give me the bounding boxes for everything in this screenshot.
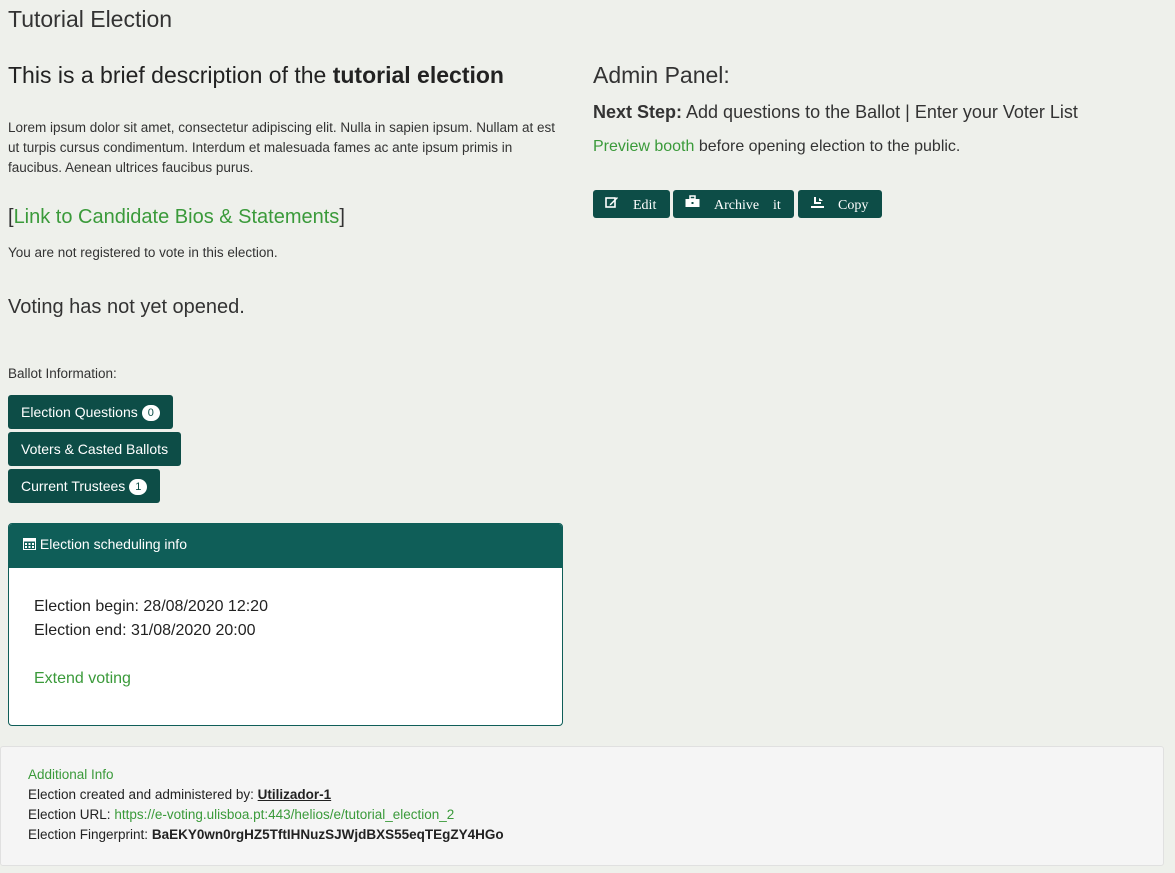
election-url-link[interactable]: https://e-voting.ulisboa.pt:443/helios/e… — [114, 807, 454, 822]
scheduling-panel-header: Election scheduling info — [9, 524, 562, 568]
fingerprint-value: BaEKY0wn0rgHZ5TftIHNuzSJWjdBXS55eqTEgZY4… — [151, 827, 504, 842]
fingerprint-label: Election Fingerprint: — [28, 827, 149, 842]
archive-button[interactable]: Archive it — [673, 190, 794, 218]
registration-status: You are not registered to vote in this e… — [8, 245, 278, 260]
next-step: Next Step: Add questions to the Ballot |… — [593, 102, 1078, 123]
candidate-bios: [Link to Candidate Bios & Statements] — [8, 206, 345, 229]
additional-info-footer: Additional Info Election created and adm… — [0, 746, 1164, 866]
edit-button[interactable]: Edit — [593, 190, 670, 218]
scheduling-panel-title: Election scheduling info — [39, 536, 187, 552]
current-trustees-label: Current Trustees — [21, 478, 126, 494]
page-title: Tutorial Election — [8, 6, 173, 32]
edit-label: Edit — [633, 198, 657, 213]
election-url-label: Election URL: — [28, 807, 111, 822]
election-questions-button[interactable]: Election Questions 0 — [8, 395, 173, 429]
admin-panel-title: Admin Panel: — [593, 62, 730, 88]
next-step-text: Add questions to the Ballot | Enter your… — [686, 102, 1078, 122]
archive-label: Archive — [714, 198, 760, 213]
description-heading-bold: tutorial election — [332, 62, 504, 88]
archive-extra-label: it — [773, 198, 781, 213]
copy-icon — [810, 190, 825, 218]
ballot-info-label: Ballot Information: — [8, 366, 117, 381]
voting-status: Voting has not yet opened. — [8, 296, 245, 318]
voters-ballots-label: Voters & Casted Ballots — [21, 441, 169, 457]
candidate-bios-link[interactable]: Link to Candidate Bios & Statements — [14, 206, 340, 228]
election-end: Election end: 31/08/2020 20:00 — [34, 622, 256, 639]
election-questions-label: Election Questions — [21, 404, 138, 420]
preview-line: Preview booth before opening election to… — [593, 138, 960, 156]
election-begin: Election begin: 28/08/2020 12:20 — [34, 598, 268, 615]
briefcase-icon — [685, 190, 700, 218]
extend-voting-link[interactable]: Extend voting — [34, 670, 131, 688]
trustees-count-badge: 1 — [129, 479, 148, 495]
edit-icon — [605, 190, 619, 218]
calendar-icon — [23, 536, 36, 552]
copy-label: Copy — [838, 198, 869, 213]
preview-booth-link[interactable]: Preview booth — [593, 138, 694, 155]
scheduling-panel: Election scheduling info Election begin:… — [8, 523, 563, 726]
description-heading: This is a brief description of the tutor… — [8, 62, 504, 89]
copy-button[interactable]: Copy — [798, 190, 882, 218]
description-heading-prefix: This is a brief description of the — [8, 62, 327, 88]
current-trustees-button[interactable]: Current Trustees 1 — [8, 469, 161, 503]
description-body: Lorem ipsum dolor sit amet, consectetur … — [8, 120, 555, 175]
election-url-line: Election URL: https://e-voting.ulisboa.p… — [28, 807, 454, 822]
admin-user-link[interactable]: Utilizador-1 — [258, 787, 332, 802]
fingerprint-line: Election Fingerprint: BaEKY0wn0rgHZ5TftI… — [28, 827, 504, 842]
next-step-label: Next Step: — [593, 102, 683, 122]
created-by-label: Election created and administered by: — [28, 787, 254, 802]
questions-count-badge: 0 — [141, 405, 160, 421]
voters-ballots-button[interactable]: Voters & Casted Ballots — [8, 432, 182, 466]
preview-suffix: before opening election to the public. — [698, 138, 961, 155]
created-by-line: Election created and administered by: Ut… — [28, 787, 331, 802]
additional-info-title: Additional Info — [28, 767, 114, 782]
bracket-close: ] — [339, 206, 345, 228]
